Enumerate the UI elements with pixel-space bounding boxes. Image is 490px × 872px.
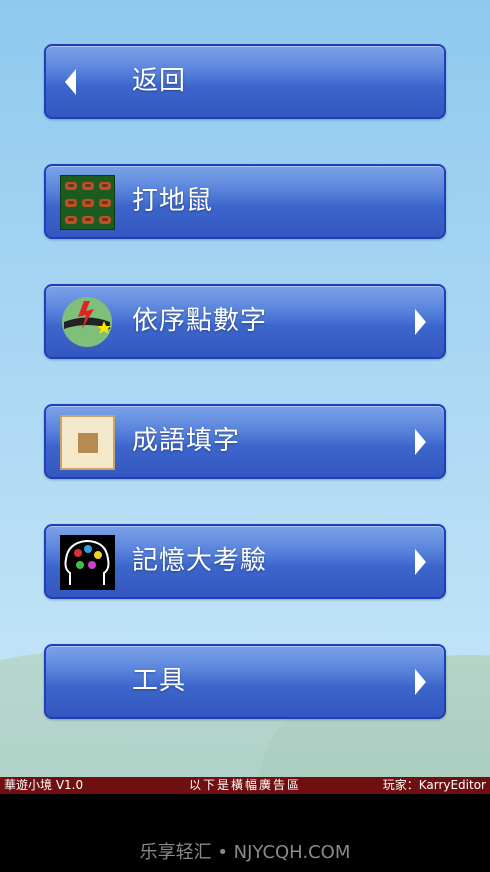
idiom-fill-button[interactable]: 成語填字 bbox=[44, 404, 446, 479]
watermark-text: 乐享轻汇 • NJYCQH.COM bbox=[139, 842, 351, 863]
memory-test-label: 記憶大考驗 bbox=[132, 546, 268, 576]
whack-a-mole-thumbnail bbox=[60, 175, 115, 230]
back-arrow-icon bbox=[65, 69, 76, 95]
player-name: 玩家：KarryEditor bbox=[382, 778, 486, 792]
sequence-numbers-label: 依序點數字 bbox=[132, 306, 268, 336]
chevron-right-icon bbox=[415, 429, 426, 455]
tools-label: 工具 bbox=[132, 666, 187, 696]
sky-background: 返回 打地鼠 依序點數字 成語填字 記憶大考驗 工具 bbox=[0, 0, 490, 777]
chevron-right-icon bbox=[415, 549, 426, 575]
status-bar: 華遊小境 V1.0 以下是橫幅廣告區 玩家：KarryEditor bbox=[0, 777, 490, 794]
head-lightning-thumbnail bbox=[62, 297, 112, 347]
idiom-grid-thumbnail bbox=[60, 415, 115, 470]
sequence-numbers-button[interactable]: 依序點數字 bbox=[44, 284, 446, 359]
back-button[interactable]: 返回 bbox=[44, 44, 446, 119]
tools-button[interactable]: 工具 bbox=[44, 644, 446, 719]
idiom-fill-label: 成語填字 bbox=[132, 426, 241, 456]
button-gloss bbox=[46, 646, 444, 684]
chevron-right-icon bbox=[415, 309, 426, 335]
whack-a-mole-button[interactable]: 打地鼠 bbox=[44, 164, 446, 239]
whack-a-mole-label: 打地鼠 bbox=[132, 186, 214, 216]
chevron-right-icon bbox=[415, 669, 426, 695]
brain-head-thumbnail bbox=[60, 535, 115, 590]
button-gloss bbox=[46, 46, 444, 84]
memory-test-button[interactable]: 記憶大考驗 bbox=[44, 524, 446, 599]
back-button-label: 返回 bbox=[132, 66, 187, 96]
